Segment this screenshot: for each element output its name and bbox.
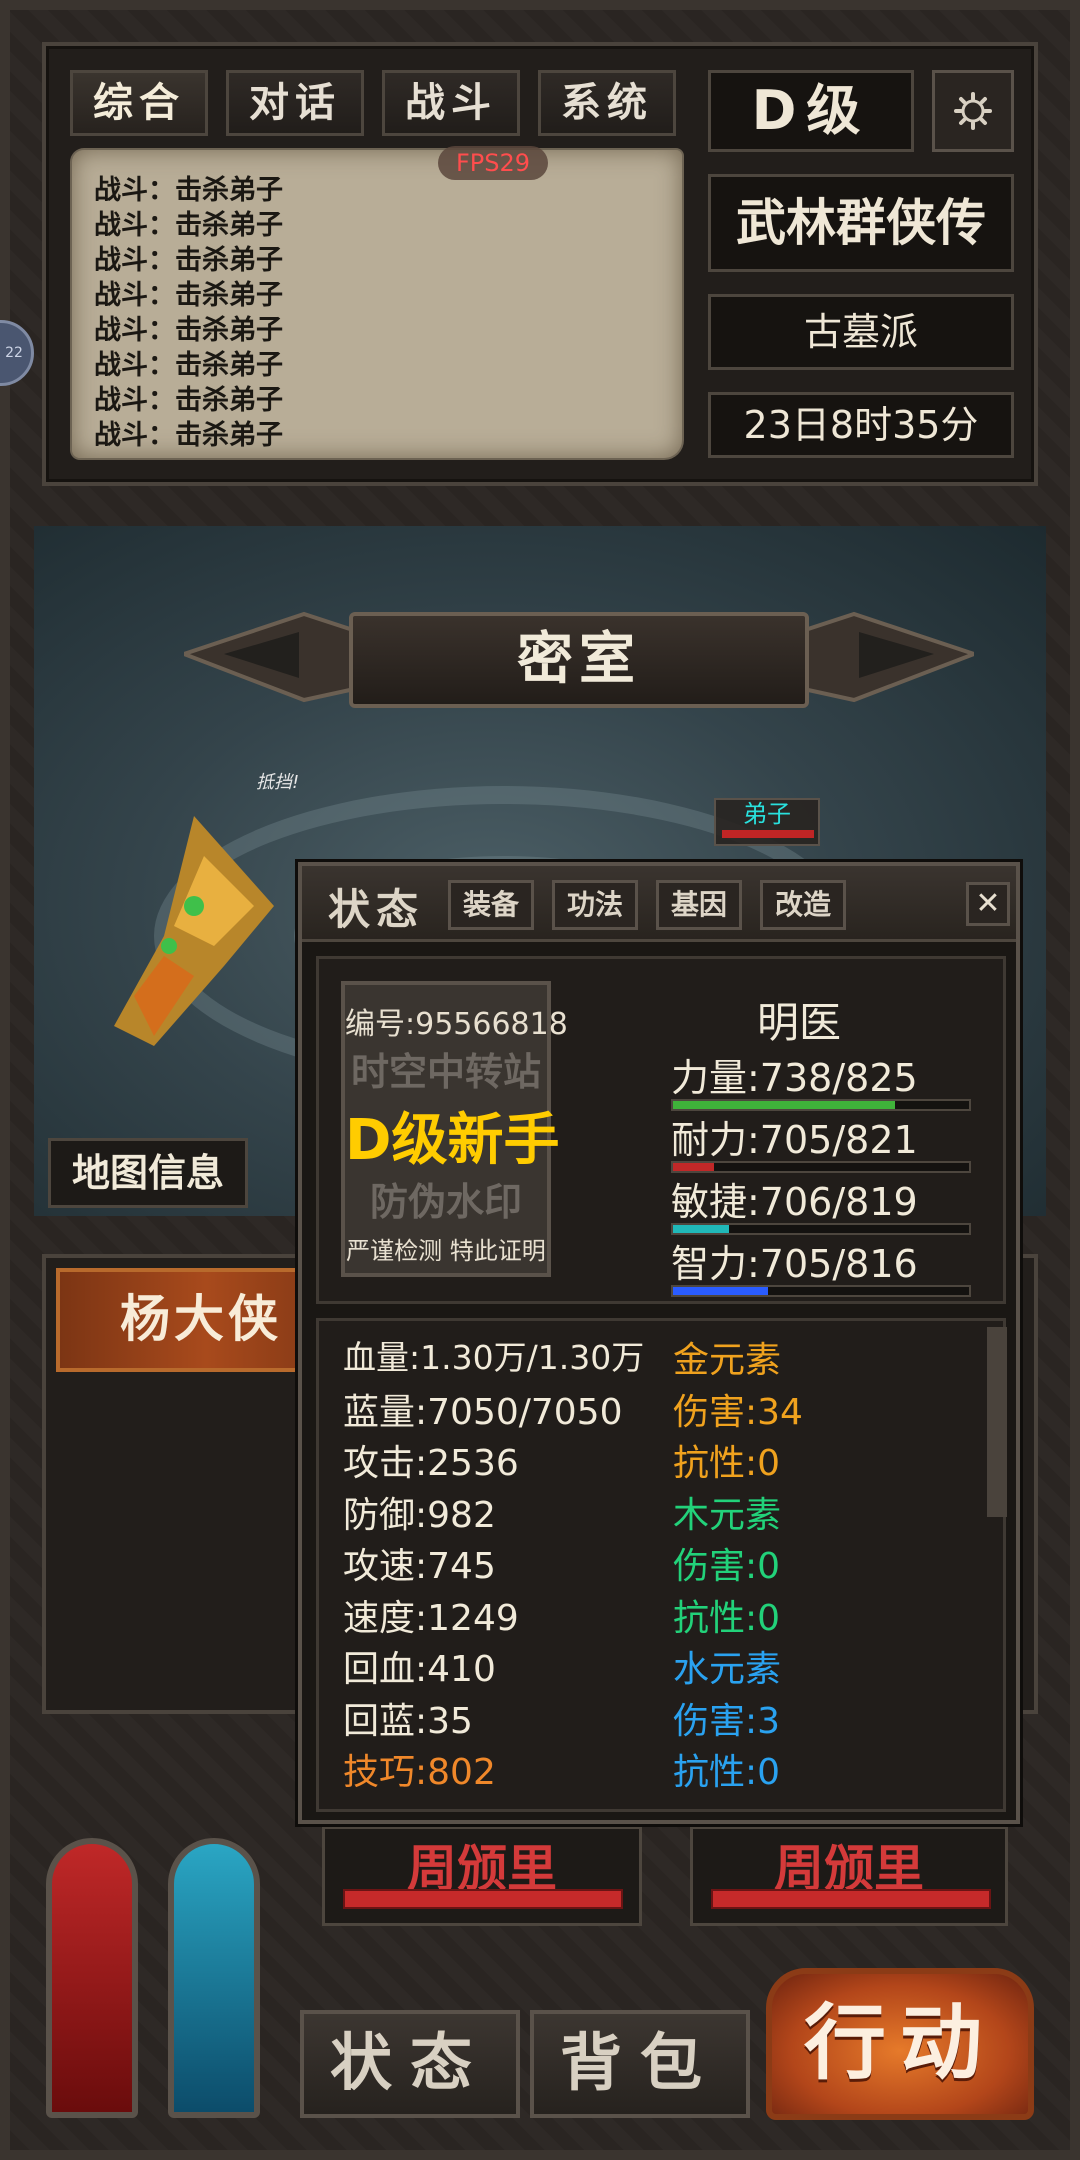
sect-label: 古墓派 (708, 294, 1014, 370)
stat-row: 速度:1249 (343, 1597, 519, 1639)
action-button[interactable]: 行动 (766, 1968, 1034, 2120)
character-summary: 编号:95566818 时空中转站 D级新手 防伪水印 严谨检测 特此证明 明医… (316, 956, 1006, 1304)
attr-stamina: 耐力:705/821 (671, 1118, 918, 1162)
watermark-line: 时空中转站 (350, 1050, 541, 1094)
bag-button[interactable]: 背包 (530, 2010, 750, 2118)
element-stat-row: 抗性:0 (673, 1443, 781, 1484)
map-title-banner: 密室 (184, 592, 974, 710)
element-stat-row: 水元素 (673, 1649, 782, 1690)
element-stat-row: 木元素 (673, 1494, 782, 1536)
element-stat-row: 金元素 (673, 1340, 782, 1381)
element-stat-row: 伤害:34 (673, 1391, 803, 1433)
watermark-rank: D级新手 (345, 1108, 560, 1173)
tab-dialogue[interactable]: 对话 (226, 70, 364, 136)
log-line: 战斗：击杀弟子 (94, 280, 283, 311)
stat-row: 蓝量:7050/7050 (343, 1391, 623, 1433)
fps-counter: FPS29 (438, 146, 548, 180)
tab-modify[interactable]: 改造 (760, 880, 846, 930)
log-line: 战斗：击杀弟子 (94, 385, 283, 416)
tab-equipment[interactable]: 装备 (448, 880, 534, 930)
enemy-nameplate[interactable]: 弟子 (714, 798, 820, 846)
character-name: 明医 (756, 998, 841, 1047)
dialog-header: 状态 装备 功法 基因 改造 ✕ (302, 866, 1016, 942)
dialog-title: 状态 (328, 885, 425, 934)
target-hp-panel: 周颁里 (322, 1826, 642, 1926)
tab-general[interactable]: 综合 (70, 70, 208, 136)
log-line: 战斗：击杀弟子 (94, 175, 283, 206)
tab-battle[interactable]: 战斗 (382, 70, 520, 136)
intellect-fill (673, 1287, 768, 1295)
stat-row: 防御:982 (343, 1494, 496, 1536)
element-stat-row: 抗性:0 (673, 1752, 781, 1793)
attr-agility: 敏捷:706/819 (671, 1180, 918, 1224)
element-stat-row: 伤害:0 (673, 1546, 781, 1587)
element-stat-row: 抗性:0 (673, 1597, 781, 1639)
grade-badge: D级 (708, 70, 914, 152)
element-stat-row: 伤害:3 (673, 1700, 781, 1742)
map-title: 密室 (349, 612, 809, 708)
watermark-portrait: 编号:95566818 时空中转站 D级新手 防伪水印 严谨检测 特此证明 (341, 981, 568, 1277)
target-hp-bar (711, 1889, 991, 1909)
target-hp-panel: 周颁里 (690, 1826, 1008, 1926)
stat-row: 回血:410 (343, 1649, 496, 1690)
log-line: 战斗：击杀弟子 (94, 420, 283, 451)
gear-icon (954, 92, 992, 130)
game-time: 23日8时35分 (708, 392, 1014, 458)
stats-list[interactable]: 血量:1.30万/1.30万 蓝量:7050/7050 攻击:2536 防御:982 攻… (316, 1318, 1007, 1812)
target-hp-bar (343, 1889, 623, 1909)
intellect-bar (671, 1285, 971, 1297)
stat-row: 回蓝:35 (343, 1700, 473, 1742)
top-panel: 综合 对话 战斗 系统 战斗：击杀弟子 战斗：击杀弟子 战斗：击杀弟子 战斗：击… (42, 42, 1038, 486)
tab-skills[interactable]: 功法 (552, 880, 638, 930)
agility-fill (673, 1225, 730, 1233)
block-indicator: 抵挡! (256, 772, 300, 793)
tab-system[interactable]: 系统 (538, 70, 676, 136)
close-button[interactable]: ✕ (966, 882, 1010, 926)
stat-row: 攻击:2536 (343, 1443, 519, 1484)
watermark-line: 防伪水印 (369, 1180, 522, 1224)
attr-intellect: 智力:705/816 (671, 1242, 918, 1286)
log-line: 战斗：击杀弟子 (94, 315, 283, 346)
health-orb (46, 1838, 138, 2118)
attr-strength: 力量:738/825 (671, 1056, 918, 1100)
status-button[interactable]: 状态 (300, 2010, 520, 2118)
watermark-footer: 严谨检测 特此证明 (346, 1237, 546, 1265)
watermark-id: 编号:95566818 (345, 1007, 568, 1042)
strength-fill (673, 1101, 895, 1109)
status-dialog: 状态 装备 功法 基因 改造 ✕ 编号:95566818 时空中转站 D级新手 … (298, 862, 1020, 1824)
stat-row: 攻速:745 (343, 1546, 496, 1587)
log-line: 战斗：击杀弟子 (94, 350, 283, 381)
settings-button[interactable] (932, 70, 1014, 152)
map-info-button[interactable]: 地图信息 (48, 1138, 248, 1208)
player-sprite-icon (114, 816, 274, 1046)
enemy-hp-bar (722, 830, 814, 838)
game-title: 武林群侠传 (708, 174, 1014, 272)
stat-row: 技巧:802 (343, 1752, 496, 1793)
stamina-fill (673, 1163, 715, 1171)
stats-scrollbar[interactable] (987, 1327, 1007, 1517)
mana-orb (168, 1838, 260, 2118)
log-line: 战斗：击杀弟子 (94, 245, 283, 276)
stat-row: 血量:1.30万/1.30万 (343, 1338, 645, 1377)
log-line: 战斗：击杀弟子 (94, 210, 283, 241)
close-icon: ✕ (975, 886, 1001, 921)
tab-genes[interactable]: 基因 (656, 880, 742, 930)
enemy-name: 弟子 (743, 800, 791, 828)
message-log[interactable]: 战斗：击杀弟子 战斗：击杀弟子 战斗：击杀弟子 战斗：击杀弟子 战斗：击杀弟子 … (72, 150, 682, 458)
